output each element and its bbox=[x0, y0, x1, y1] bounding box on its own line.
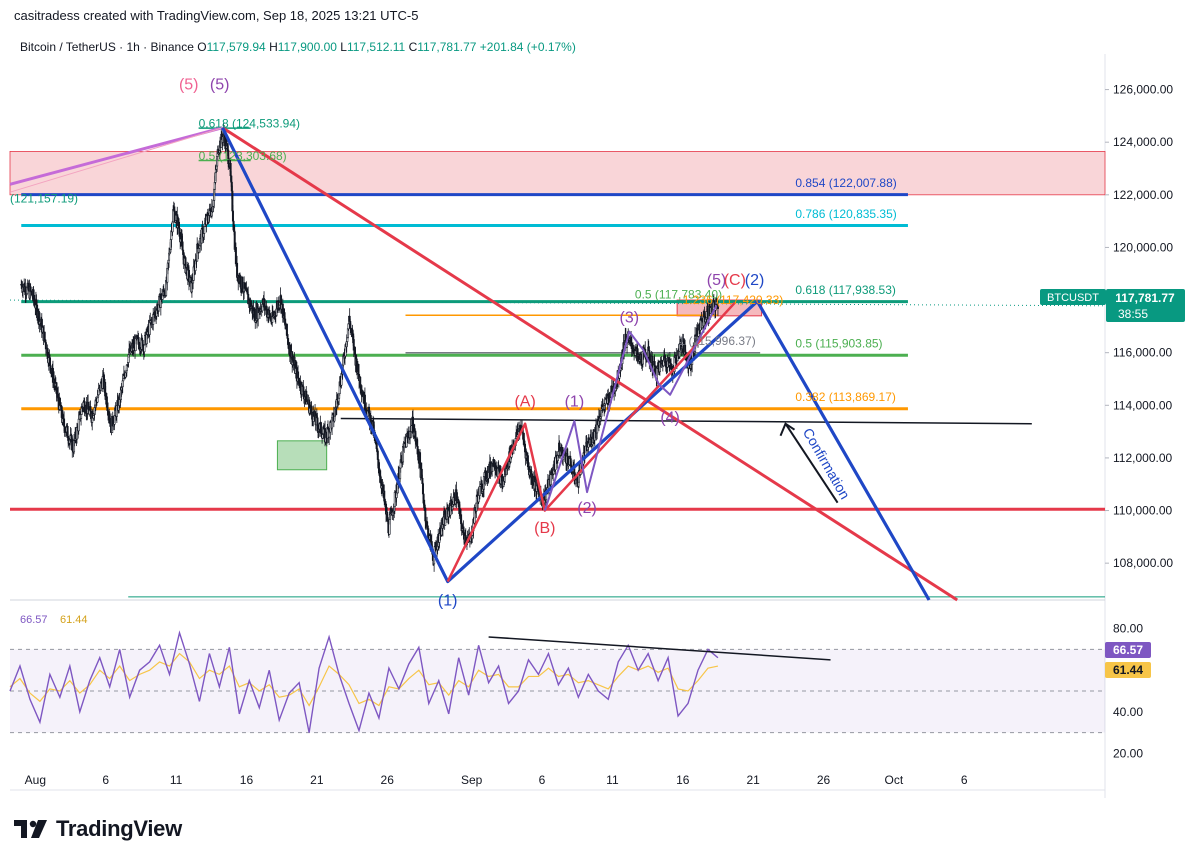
fib-label: 0.5 (123,303.68) bbox=[199, 149, 287, 163]
rsi-tick-label: 20.00 bbox=[1113, 746, 1143, 760]
wave-label: (B) bbox=[534, 520, 555, 537]
time-tick-label: 26 bbox=[817, 773, 831, 787]
rsi-tag-ma: 61.44 bbox=[1113, 663, 1143, 677]
time-tick-label: Aug bbox=[25, 773, 46, 787]
candle-body bbox=[670, 363, 673, 370]
drawings bbox=[9, 126, 959, 602]
wave-label: (2) bbox=[577, 500, 597, 517]
tradingview-logo: TradingView bbox=[14, 816, 182, 842]
confirmation-annotation: Confirmation bbox=[800, 425, 854, 502]
resistance-zone bbox=[9, 151, 1106, 196]
candle-body bbox=[368, 406, 371, 414]
candle-body bbox=[121, 380, 124, 388]
candle-body bbox=[234, 247, 237, 265]
price-tick-label: 110,000.00 bbox=[1113, 504, 1172, 518]
price-tick-label: 126,000.00 bbox=[1113, 83, 1173, 97]
wave-label: (5) bbox=[179, 77, 199, 94]
fib-label: 0.618 (124,533.94) bbox=[199, 117, 300, 131]
wave-label: (4) bbox=[660, 409, 680, 426]
price-tick-label: 108,000.00 bbox=[1113, 556, 1173, 570]
fib-label: 0.382 (113,869.17) bbox=[795, 390, 896, 404]
price-tag-symbol: BTCUSDT bbox=[1047, 292, 1099, 304]
fib-label: (121,157.19) bbox=[10, 192, 78, 206]
price-tag-price: 117,781.77 bbox=[1115, 291, 1175, 305]
candle-body bbox=[80, 414, 83, 419]
price-tick-label: 124,000.00 bbox=[1113, 135, 1173, 149]
candle-body bbox=[196, 243, 199, 250]
candle-body bbox=[182, 249, 185, 255]
price-chart[interactable]: 0.618 (124,533.94) 0.5 (123,303.68) (121,1… bbox=[0, 0, 1200, 860]
fib-label: 0.5 (115,903.85) bbox=[795, 336, 882, 350]
time-tick-label: 16 bbox=[240, 773, 254, 787]
tradingview-logo-icon bbox=[14, 820, 47, 838]
rsi-tag-value: 66.57 bbox=[1113, 643, 1143, 657]
neckline bbox=[340, 417, 1032, 425]
rsi-value-label: 66.57 bbox=[20, 614, 48, 626]
price-tick-label: 112,000.00 bbox=[1113, 451, 1172, 465]
candle-body bbox=[376, 450, 379, 460]
candle-body bbox=[48, 357, 51, 366]
fib-levels bbox=[9, 127, 1106, 598]
time-tick-label: 21 bbox=[310, 773, 324, 787]
candle-body bbox=[419, 452, 422, 466]
wave-label: (C) bbox=[724, 272, 746, 289]
time-tick-label: Oct bbox=[885, 773, 904, 787]
time-tick-label: 11 bbox=[170, 773, 183, 787]
red-downtrend-line bbox=[221, 126, 959, 602]
candle-body bbox=[478, 486, 481, 496]
time-tick-label: 26 bbox=[381, 773, 395, 787]
candle-body bbox=[49, 365, 52, 373]
candle-body bbox=[285, 324, 288, 335]
price-tick-label: 114,000.00 bbox=[1113, 398, 1172, 412]
rsi-tags: 66.57 61.44 bbox=[1105, 642, 1151, 678]
price-tag: BTCUSDT 117,781.77 38:55 bbox=[1040, 289, 1185, 322]
time-tick-label: 21 bbox=[746, 773, 760, 787]
candle-body bbox=[554, 456, 557, 471]
time-axis[interactable]: Aug 6 11 16 21 26 Sep 6 11 16 21 26 Oct 6 bbox=[25, 773, 968, 787]
wave-label: (2) bbox=[745, 272, 765, 289]
candle-body bbox=[716, 306, 719, 309]
candle-body bbox=[310, 405, 313, 413]
price-axis[interactable]: 126,000.00 124,000.00 122,000.00 120,000.00… bbox=[1105, 83, 1173, 571]
time-tick-label: 6 bbox=[539, 773, 546, 787]
time-tick-label: 6 bbox=[102, 773, 109, 787]
rsi-tick-label: 40.00 bbox=[1113, 705, 1143, 719]
candle-body bbox=[197, 248, 200, 253]
wave-label: (1) bbox=[565, 394, 585, 411]
price-tick-label: 122,000.00 bbox=[1113, 188, 1173, 202]
rsi-ma-label: 61.44 bbox=[60, 614, 88, 626]
fib-label: 1 (115,996.37) bbox=[679, 334, 756, 348]
time-tick-label: 11 bbox=[606, 773, 619, 787]
wave-label: (1) bbox=[438, 592, 458, 609]
fib-label: 0.618 (117,938.53) bbox=[795, 283, 896, 297]
candle-body bbox=[241, 276, 244, 291]
time-tick-label: Sep bbox=[461, 773, 483, 787]
price-tick-label: 116,000.00 bbox=[1113, 346, 1172, 360]
blue-wave-path bbox=[221, 127, 931, 601]
wave-label: (A) bbox=[514, 394, 535, 411]
rsi-pane[interactable]: 80.00 40.00 20.00 bbox=[9, 622, 1143, 761]
candle-body bbox=[43, 331, 46, 341]
rsi-tick-label: 80.00 bbox=[1113, 622, 1143, 636]
wave-label: (5) bbox=[210, 77, 230, 94]
fib-label: 0.786 (120,835.35) bbox=[795, 207, 896, 221]
price-tick-label: 120,000.00 bbox=[1113, 240, 1173, 254]
candle-body bbox=[321, 434, 324, 439]
wave-label: (3) bbox=[619, 309, 639, 326]
tradingview-logo-text: TradingView bbox=[56, 816, 182, 841]
fib-label: 0.854 (122,007.88) bbox=[795, 176, 896, 190]
price-tag-countdown: 38:55 bbox=[1118, 307, 1148, 321]
support-box bbox=[276, 440, 328, 471]
fib-label: 1.236 (117,420.33) bbox=[683, 293, 784, 307]
time-tick-label: 6 bbox=[961, 773, 968, 787]
candle-body bbox=[77, 418, 80, 432]
candle-body bbox=[203, 225, 206, 234]
time-tick-label: 16 bbox=[676, 773, 690, 787]
